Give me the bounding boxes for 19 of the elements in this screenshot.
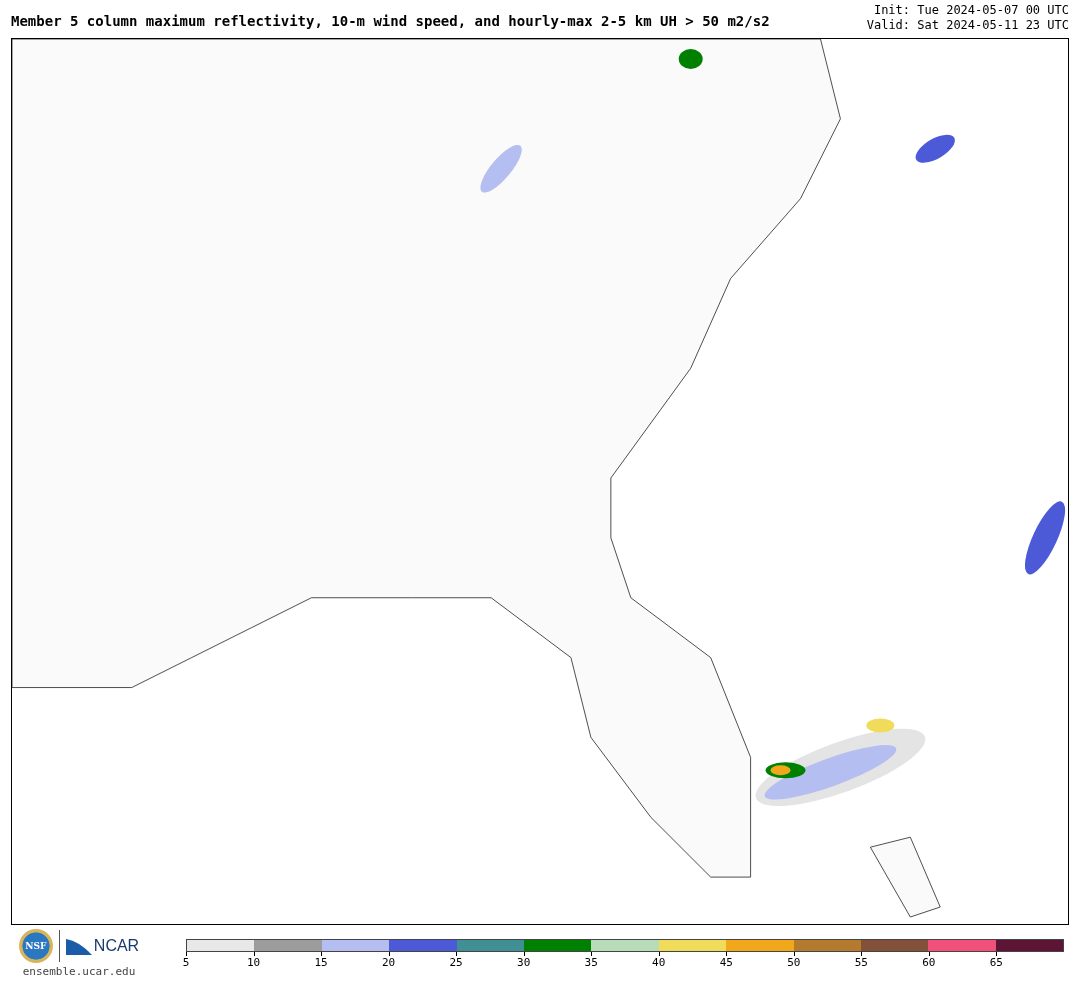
site-url: ensemble.ucar.edu (22, 965, 136, 978)
scale-label: 25 (449, 956, 463, 969)
ncar-logo: NCAR (65, 937, 140, 955)
scale-label: 35 (584, 956, 598, 969)
scale-label: 60 (922, 956, 936, 969)
valid-time: Valid: Sat 2024-05-11 23 UTC (866, 18, 1069, 33)
scale-label: 10 (246, 956, 261, 969)
chart-title: Member 5 column maximum reflectivity, 10-m wind speed, and hourly-max 2-5 km UH > 50 m2/s2 (11, 13, 770, 31)
nsf-logo: NSF (18, 929, 53, 963)
scale-label: 5 (182, 956, 190, 969)
scale-label: 40 (652, 956, 666, 969)
scale-label: 45 (719, 956, 733, 969)
scale-label: 15 (314, 956, 328, 969)
scale-label: 65 (989, 956, 1003, 969)
scale-label: 50 (787, 956, 801, 969)
scale-label: 20 (381, 956, 396, 969)
scale-label: 30 (517, 956, 531, 969)
init-time: Init: Tue 2024-05-07 00 UTC (873, 3, 1069, 18)
scale-label: 55 (854, 956, 868, 969)
